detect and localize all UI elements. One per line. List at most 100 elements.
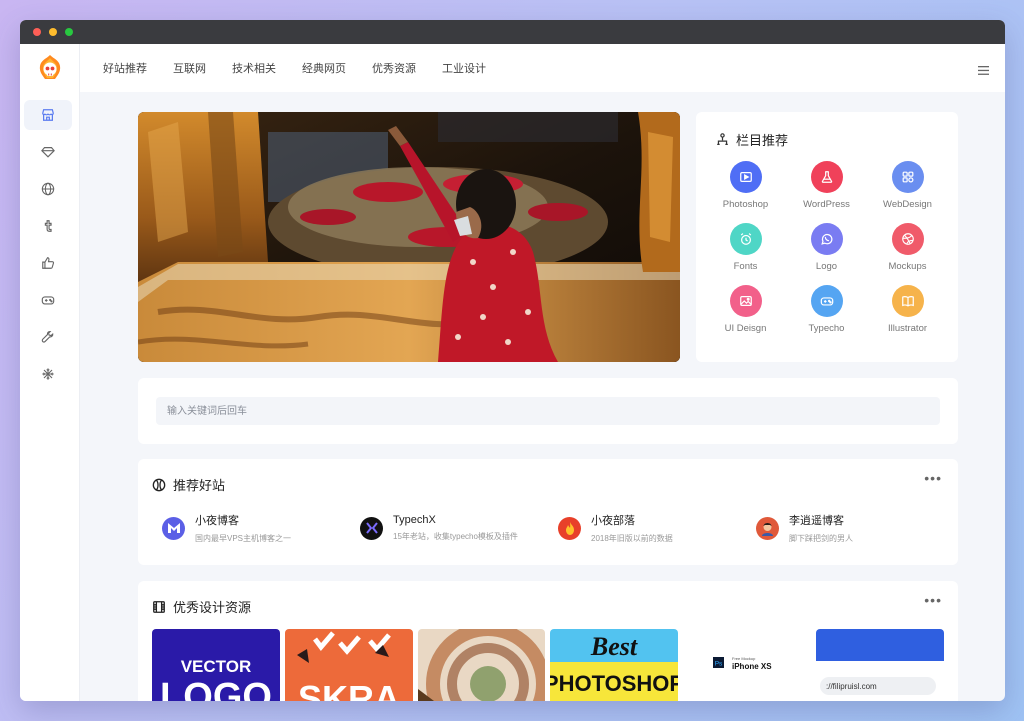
nav-item-internet[interactable]: 互联网 <box>173 60 206 76</box>
category-label: Photoshop <box>722 199 769 210</box>
hierarchy-icon <box>717 133 728 145</box>
sidebar-item-globe[interactable] <box>24 174 72 204</box>
sidebar-item-tools[interactable] <box>24 322 72 352</box>
grid-icon <box>891 161 924 193</box>
category-item-mockups[interactable]: Mockups <box>867 223 948 272</box>
category-item-wordpress[interactable]: WordPress <box>786 161 867 210</box>
site-avatar-li-icon <box>756 516 779 540</box>
site-desc: 脚下踩把剑的男人 <box>789 534 853 543</box>
gamepad-icon <box>810 285 843 317</box>
site-name: TypechX <box>393 514 436 526</box>
thumb-text-skra: SKRA <box>298 678 400 701</box>
play-box-icon <box>729 161 762 193</box>
resource-thumb-vector-logo[interactable]: VECTOR LOGO <box>152 629 280 701</box>
category-item-fonts[interactable]: Fonts <box>705 223 786 272</box>
gamepad-icon <box>41 296 55 305</box>
sidebar-item-snow[interactable] <box>24 359 72 389</box>
title-bar <box>20 20 1005 44</box>
flask-icon <box>810 161 843 193</box>
thumb-text-url: ://filipruisl.com <box>826 682 877 691</box>
search-card <box>138 378 958 444</box>
category-item-logo[interactable]: Logo <box>786 223 867 272</box>
category-item-ui-design[interactable]: UI Deisgn <box>705 285 786 334</box>
site-logo-typechx-icon <box>360 516 383 540</box>
thumb-text-mockup: Free Mockup <box>732 656 756 661</box>
site-name: 小夜部落 <box>591 515 635 527</box>
nav-item-featured[interactable]: 好站推荐 <box>103 60 147 76</box>
resource-thumb-skra[interactable]: SKRA <box>284 629 413 701</box>
minimize-window-button[interactable] <box>49 28 57 36</box>
search-input[interactable] <box>156 397 940 425</box>
category-item-webdesign[interactable]: WebDesign <box>867 161 948 210</box>
globe-icon <box>41 182 55 196</box>
design-title: 优秀设计资源 <box>173 600 252 615</box>
whatsapp-icon <box>810 223 843 255</box>
alarm-icon <box>729 223 762 255</box>
category-label: WebDesign <box>883 199 932 210</box>
wrench-icon <box>41 330 54 343</box>
dribbble-icon <box>891 223 924 255</box>
thumb-text-logo: LOGO <box>160 676 272 701</box>
category-label: Typecho <box>808 323 845 334</box>
category-item-photoshop[interactable]: Photoshop <box>705 161 786 210</box>
skull-flame-logo-icon <box>39 55 61 79</box>
main-content: 栏目推荐 Photoshop WordPress WebDesign Fonts… <box>80 92 1005 701</box>
category-item-typecho[interactable]: Typecho <box>786 285 867 334</box>
nav-item-classic-pages[interactable]: 经典网页 <box>302 60 346 76</box>
resource-thumb-best-photoshop[interactable]: Best PHOTOSHOP <box>550 629 679 701</box>
close-window-button[interactable] <box>33 28 41 36</box>
sites-title: 推荐好站 <box>173 478 226 493</box>
sidebar-item-game[interactable] <box>24 285 72 315</box>
book-icon <box>891 285 924 317</box>
resource-thumb-iphone-mockup[interactable]: Ps Free Mockup iPhone XS <box>683 629 812 701</box>
category-item-illustrator[interactable]: Illustrator <box>867 285 948 334</box>
hamburger-icon <box>978 66 989 75</box>
site-desc: 15年老站，收集typecho模板及插件 <box>393 532 518 541</box>
category-label: Logo <box>815 261 838 272</box>
category-label: Illustrator <box>887 323 928 334</box>
thumb-text-vector: VECTOR <box>181 657 252 676</box>
sidebar-item-store[interactable] <box>24 100 72 130</box>
nav-item-tech[interactable]: 技术相关 <box>232 60 276 76</box>
sidebar-item-like[interactable] <box>24 248 72 278</box>
store-icon <box>42 109 54 121</box>
category-label: WordPress <box>803 199 850 210</box>
thumb-text-iphone: iPhone XS <box>732 662 772 671</box>
site-logo[interactable] <box>20 44 80 92</box>
image-icon <box>729 285 762 317</box>
category-label: Fonts <box>733 261 758 272</box>
snowflake-icon <box>42 368 54 380</box>
nav-item-industrial-design[interactable]: 工业设计 <box>442 60 486 76</box>
site-name: 小夜博客 <box>195 515 239 527</box>
resource-thumb-browser-mockup[interactable]: ://filipruisl.com <box>816 629 944 701</box>
site-desc: 2018年旧版以前的数据 <box>591 534 673 543</box>
top-navigation: 好站推荐 互联网 技术相关 经典网页 优秀资源 工业设计 <box>80 44 1005 92</box>
category-title: 栏目推荐 <box>736 133 789 148</box>
thumb-text-photoshop: PHOTOSHOP <box>550 671 678 696</box>
banner-photo <box>138 112 680 362</box>
hamburger-menu-button[interactable] <box>978 62 989 80</box>
basketball-icon <box>152 478 166 491</box>
site-logo-xiaoye-icon <box>162 516 185 540</box>
tumblr-icon <box>44 220 52 232</box>
category-label: Mockups <box>888 261 927 272</box>
thumbs-up-icon <box>42 257 55 269</box>
nav-item-resources[interactable]: 优秀资源 <box>372 60 416 76</box>
design-more-button[interactable]: ••• <box>924 593 942 607</box>
hero-banner-image[interactable] <box>138 112 680 362</box>
site-name: 李逍遥博客 <box>789 515 844 527</box>
film-icon <box>153 600 165 613</box>
site-card[interactable]: 李逍遥博客 脚下踩把剑的男人 <box>746 508 944 548</box>
sites-more-button[interactable]: ••• <box>924 471 942 485</box>
site-card[interactable]: TypechX 15年老站，收集typecho模板及插件 <box>350 508 548 548</box>
browser-window: 好站推荐 互联网 技术相关 经典网页 优秀资源 工业设计 栏目推荐 Photos… <box>20 20 1005 701</box>
sidebar-item-diamond[interactable] <box>24 137 72 167</box>
thumb-text-best: Best <box>590 632 638 661</box>
site-card[interactable]: 小夜博客 国内最早VPS主机博客之一 <box>152 508 350 548</box>
maximize-window-button[interactable] <box>65 28 73 36</box>
resource-thumb-photo[interactable] <box>417 629 546 701</box>
sidebar <box>20 44 80 701</box>
site-logo-flame-icon <box>558 516 581 540</box>
sidebar-item-tumblr[interactable] <box>24 211 72 241</box>
site-card[interactable]: 小夜部落 2018年旧版以前的数据 <box>548 508 746 548</box>
